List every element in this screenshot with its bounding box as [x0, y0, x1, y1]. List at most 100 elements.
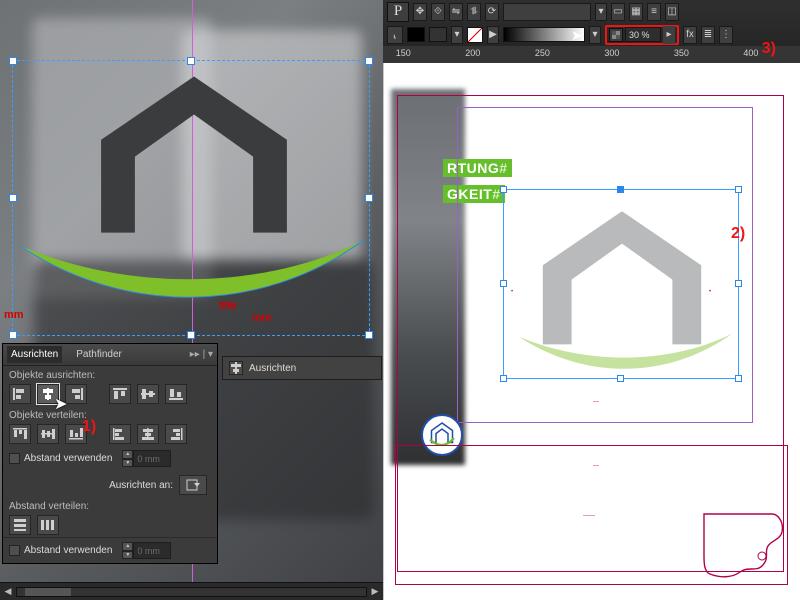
transparency-checker-icon[interactable]: [609, 28, 623, 42]
selection-marquee[interactable]: [12, 60, 370, 336]
ruler-tick: 350: [674, 48, 689, 58]
scroll-right-icon[interactable]: ▶: [367, 585, 383, 599]
die-cut-tab: [702, 512, 786, 582]
hash-icon: #: [499, 160, 507, 176]
label-distribute-spacing: Abstand verteilen:: [9, 501, 211, 512]
distribute-top-icon[interactable]: [9, 424, 31, 444]
lower-panel-outline: [395, 445, 788, 585]
wrap-jump-icon[interactable]: ≡: [647, 3, 661, 21]
margin-guides: [457, 107, 753, 423]
round-logo-badge[interactable]: [421, 414, 463, 456]
text-chip-2[interactable]: GKEIT#: [443, 185, 505, 203]
stroke-swatch[interactable]: [429, 27, 447, 42]
measure-mark: •: [511, 289, 513, 295]
label-align-to: Ausrichten an:: [109, 480, 173, 491]
corner-options-icon[interactable]: ◫: [665, 3, 679, 21]
chip2-text: GKEIT: [447, 186, 492, 202]
dropdown-icon[interactable]: ▾: [595, 3, 607, 21]
panel-flyout-icon[interactable]: ▸▸ | ▾: [190, 349, 213, 360]
measurement-value: 396: [218, 300, 236, 312]
gradient-ramp[interactable]: [503, 27, 585, 42]
space-vertical-icon[interactable]: [9, 515, 31, 535]
align-panel-tabs: Ausrichten Pathfinder ▸▸ | ▾: [3, 344, 217, 366]
control-bar: P ✥ ⟐ ⇋ ⥮ ⟳ ▾ ▭ ▦ ≡ ◫ ⸤ ▾ ▶ ▾ ▸: [383, 0, 800, 46]
rotate-icon[interactable]: ⟳: [485, 3, 499, 21]
opacity-dropdown-icon[interactable]: ▸: [663, 26, 675, 44]
horizontal-ruler[interactable]: 150 200 250 300 350 400: [383, 46, 800, 63]
apply-last-icon[interactable]: ▶: [487, 26, 499, 44]
align-panel[interactable]: Ausrichten Pathfinder ▸▸ | ▾ Objekte aus…: [3, 344, 217, 563]
ruler-tick: 150: [396, 48, 411, 58]
fold-mark: ——: [583, 513, 595, 519]
swatch-dropdown-icon[interactable]: ▾: [451, 26, 463, 44]
spacing-field-2[interactable]: ▲▼: [122, 542, 171, 559]
placed-photo-blur[interactable]: [391, 89, 465, 465]
ruler-tick: 400: [743, 48, 758, 58]
bracket-icon[interactable]: ⸤: [387, 26, 403, 44]
tab-pathfinder[interactable]: Pathfinder: [72, 346, 126, 363]
align-hcenter-icon[interactable]: [37, 384, 59, 404]
align-to-dropdown[interactable]: [179, 475, 207, 495]
link-icon[interactable]: ⟐: [431, 3, 445, 21]
use-spacing-checkbox-1[interactable]: [9, 453, 20, 464]
label-distribute-objects: Objekte verteilen:: [9, 410, 211, 421]
ruler-tick: 200: [465, 48, 480, 58]
selection-box-small[interactable]: [503, 189, 739, 379]
anchor-icon[interactable]: ✥: [413, 3, 427, 21]
flip-h-icon[interactable]: ⇋: [449, 3, 463, 21]
object-style-dropdown[interactable]: [503, 3, 591, 21]
ruler-tick: 300: [604, 48, 619, 58]
label-align-objects: Objekte ausrichten:: [9, 370, 211, 381]
bleed-outline: [397, 95, 784, 572]
align-panel-collapsed[interactable]: Ausrichten: [222, 356, 382, 380]
flip-v-icon[interactable]: ⥮: [467, 3, 481, 21]
text-chip-1[interactable]: RTUNG#: [443, 159, 512, 177]
spacing-field-1[interactable]: ▲▼: [122, 450, 171, 467]
gradient-dropdown-icon[interactable]: ▾: [589, 26, 601, 44]
logo-swoosh-small: [518, 332, 734, 378]
fill-swatch[interactable]: [407, 27, 425, 42]
opacity-input[interactable]: [625, 27, 661, 42]
ruler-tick: 250: [535, 48, 550, 58]
annotation-1: 1): [82, 418, 96, 436]
use-spacing-checkbox-2[interactable]: [9, 545, 20, 556]
logo-house-small: [532, 204, 712, 352]
align-right-icon[interactable]: [65, 384, 87, 404]
use-spacing-label-2: Abstand verwenden: [24, 545, 112, 556]
hash-icon: #: [492, 186, 500, 202]
workspace-right: P ✥ ⟐ ⇋ ⥮ ⟳ ▾ ▭ ▦ ≡ ◫ ⸤ ▾ ▶ ▾ ▸: [383, 0, 800, 600]
align-bar-icon[interactable]: ≣: [701, 26, 715, 44]
distribute-left-icon[interactable]: [109, 424, 131, 444]
no-fill-icon[interactable]: [467, 27, 483, 43]
align-mini-label: Ausrichten: [249, 363, 296, 374]
measurement-unit-right: mm: [252, 312, 272, 324]
paragraph-style-icon[interactable]: P: [387, 2, 409, 22]
annotation-2: 2): [731, 225, 745, 243]
align-left-icon[interactable]: [9, 384, 31, 404]
distribute-right-icon[interactable]: [165, 424, 187, 444]
wrap-none-icon[interactable]: ▭: [611, 3, 625, 21]
chip1-text: RTUNG: [447, 160, 499, 176]
measure-mark: —: [593, 463, 599, 469]
horizontal-scrollbar-left[interactable]: ◀ ▶: [0, 582, 383, 600]
use-spacing-label-1: Abstand verwenden: [24, 453, 112, 464]
distribute-hcenter-icon[interactable]: [137, 424, 159, 444]
space-horizontal-icon[interactable]: [37, 515, 59, 535]
spacing-input-2[interactable]: [133, 542, 171, 559]
align-top-icon[interactable]: [109, 384, 131, 404]
align-vcenter-icon[interactable]: [137, 384, 159, 404]
measurement-unit-left: mm: [4, 309, 24, 321]
distribute-bar-icon[interactable]: ⋮: [719, 26, 733, 44]
tab-align[interactable]: Ausrichten: [7, 346, 62, 363]
spacing-input-1[interactable]: [133, 450, 171, 467]
measure-mark: •: [709, 289, 711, 295]
align-bottom-icon[interactable]: [165, 384, 187, 404]
scroll-left-icon[interactable]: ◀: [0, 585, 16, 599]
align-mini-icon: [229, 361, 243, 375]
scroll-thumb[interactable]: [25, 588, 71, 596]
document-page[interactable]: RTUNG# GKEIT# • • — 2): [383, 63, 800, 600]
distribute-vcenter-icon[interactable]: [37, 424, 59, 444]
opacity-group: ▸: [605, 25, 679, 45]
wrap-around-icon[interactable]: ▦: [629, 3, 643, 21]
fx-icon[interactable]: fx: [683, 26, 697, 44]
